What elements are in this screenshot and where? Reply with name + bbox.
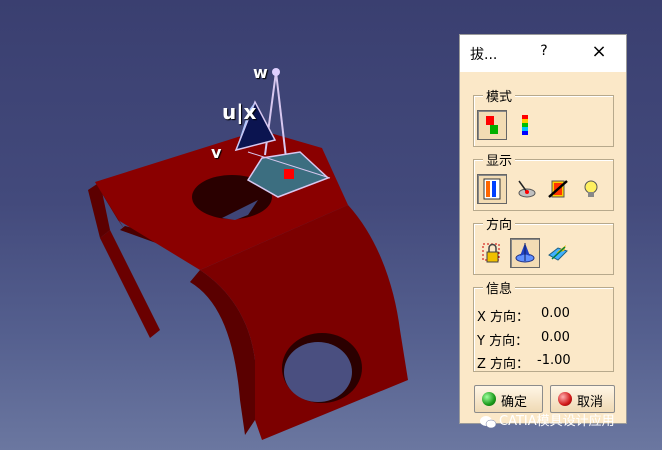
- lightbulb-icon: [584, 180, 598, 197]
- close-button[interactable]: ×: [590, 41, 608, 62]
- color-scale-icon: [483, 178, 501, 200]
- x-direction-value: 0.00: [541, 306, 570, 321]
- z-direction-label: Z 方向：: [477, 357, 530, 372]
- mode-group-label: 模式: [483, 86, 516, 105]
- direction-group: 方向: [473, 214, 614, 275]
- display-group-label: 显示: [483, 150, 516, 169]
- inspection-off-icon: [548, 180, 568, 198]
- x-direction-row: X 方向： 0.00: [477, 306, 570, 325]
- compass-origin-marker: [284, 169, 294, 179]
- y-direction-label: Y 方向：: [477, 334, 529, 349]
- lock-direction-icon: [482, 243, 500, 263]
- axis-v-label: v: [211, 143, 222, 162]
- display-group: 显示: [473, 150, 614, 211]
- axis-w-label: w: [253, 63, 268, 82]
- wechat-icon: [480, 415, 497, 428]
- cursor-button[interactable]: [510, 174, 540, 204]
- watermark-text: CATIA模具设计应用: [499, 414, 615, 429]
- cancel-button[interactable]: 取消: [550, 385, 615, 413]
- plane-direction-icon: [548, 245, 568, 261]
- axis-u-label: u|x: [222, 100, 257, 124]
- mode-group: 模式: [473, 86, 614, 147]
- info-group: 信息 X 方向： 0.00 Y 方向： 0.00 Z 方向： -1.00: [473, 278, 614, 372]
- z-direction-value: -1.00: [537, 353, 571, 368]
- plane-direction-button[interactable]: [543, 238, 573, 268]
- lock-direction-button[interactable]: [477, 238, 507, 268]
- cancel-button-label: 取消: [577, 395, 604, 410]
- inspection-button[interactable]: [543, 174, 573, 204]
- color-gradient-mode-icon: [522, 115, 528, 135]
- lightbulb-button[interactable]: [576, 174, 606, 204]
- dialog-title: 拔...: [470, 47, 498, 63]
- color-scale-button[interactable]: [477, 174, 507, 204]
- draft-analysis-dialog: 拔... ? × 模式 显示 方向 信息 X 方向： 0.00 Y 方向： 0.…: [459, 34, 627, 424]
- y-direction-row: Y 方向： 0.00: [477, 330, 570, 349]
- cancel-lamp-icon: [558, 392, 572, 406]
- help-button[interactable]: ?: [537, 43, 551, 59]
- ok-button-label: 确定: [501, 395, 528, 410]
- direction-group-label: 方向: [483, 214, 516, 233]
- watermark: CATIA模具设计应用: [480, 410, 615, 429]
- draft-analysis-mode-icon: [486, 116, 498, 134]
- z-direction-row: Z 方向： -1.00: [477, 353, 571, 372]
- draft-analysis-mode-button[interactable]: [477, 110, 507, 140]
- ok-button[interactable]: 确定: [474, 385, 543, 413]
- full-color-mode-button[interactable]: [510, 110, 540, 140]
- compass-direction-icon: [515, 243, 535, 263]
- cursor-on-surface-icon: [518, 180, 536, 198]
- ok-lamp-icon: [482, 392, 496, 406]
- x-direction-label: X 方向：: [477, 310, 530, 325]
- info-group-label: 信息: [483, 278, 516, 297]
- compass-direction-button[interactable]: [510, 238, 540, 268]
- y-direction-value: 0.00: [541, 330, 570, 345]
- dialog-titlebar[interactable]: 拔... ? ×: [460, 35, 626, 72]
